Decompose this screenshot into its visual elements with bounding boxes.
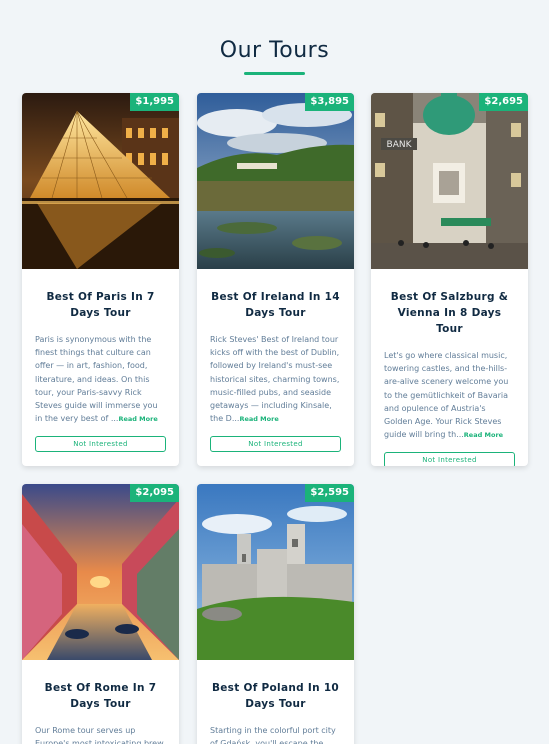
tour-info: Best Of Paris In 7 Days Tour Paris is sy… [22,269,179,453]
not-interested-button[interactable]: Not Interested [210,436,341,453]
tour-name: Best Of Poland In 10 Days Tour [211,682,340,710]
tour-image-castle [197,484,354,660]
tour-card: BANK $2,695 Best Of Salzburg & Vienna In… [371,93,528,466]
read-more-button[interactable]: Read More [239,415,278,423]
tour-image-louvre [22,93,179,269]
tour-info: Best Of Rome In 7 Days Tour Our Rome tou… [22,660,179,744]
tour-image-canal [22,484,179,660]
price-badge: $1,995 [130,93,179,111]
tour-description: Rick Steves' Best of Ireland tour kicks … [210,333,341,426]
price-badge: $2,595 [305,484,354,502]
price-badge: $3,895 [305,93,354,111]
read-more-button[interactable]: Read More [464,431,503,439]
tour-image-ireland [197,93,354,269]
page-title: Our Tours [219,38,330,63]
tour-card: $2,595 Best Of Poland In 10 Days Tour St… [197,484,354,744]
tour-image-vienna: BANK [371,93,528,269]
tour-description-text: Let's go where classical music, towering… [384,351,509,440]
tour-name: Best Of Salzburg & Vienna In 8 Days Tour [390,291,509,335]
tour-card: $2,095 Best Of Rome In 7 Days Tour Our R… [22,484,179,744]
tour-description: Our Rome tour serves up Europe's most in… [35,726,164,744]
tour-description: Let's go where classical music, towering… [384,349,515,442]
tour-description-text: Rick Steves' Best of Ireland tour kicks … [210,335,340,424]
tour-info: Best Of Salzburg & Vienna In 8 Days Tour… [371,269,528,466]
tour-description-text: Paris is synonymous with the finest thin… [35,335,158,424]
tour-info: Best Of Ireland In 14 Days Tour Rick Ste… [197,269,354,453]
tour-description: Paris is synonymous with the finest thin… [35,333,166,426]
tour-name: Best Of Paris In 7 Days Tour [46,291,155,319]
svg-text:BANK: BANK [387,140,413,150]
tour-info: Best Of Poland In 10 Days Tour Starting … [197,660,354,744]
tour-card: $1,995 Best Of Paris In 7 Days Tour Pari… [22,93,179,466]
tour-description: Starting in the colorful port city of Gd… [210,726,336,744]
read-more-button[interactable]: Read More [118,415,157,423]
tour-card: $3,895 Best Of Ireland In 14 Days Tour R… [197,93,354,466]
tour-name: Best Of Rome In 7 Days Tour [44,682,157,710]
price-badge: $2,695 [479,93,528,111]
not-interested-button[interactable]: Not Interested [35,436,166,453]
tour-name: Best Of Ireland In 14 Days Tour [211,291,340,319]
price-badge: $2,095 [130,484,179,502]
not-interested-button[interactable]: Not Interested [384,452,515,466]
title-underline [244,72,305,75]
